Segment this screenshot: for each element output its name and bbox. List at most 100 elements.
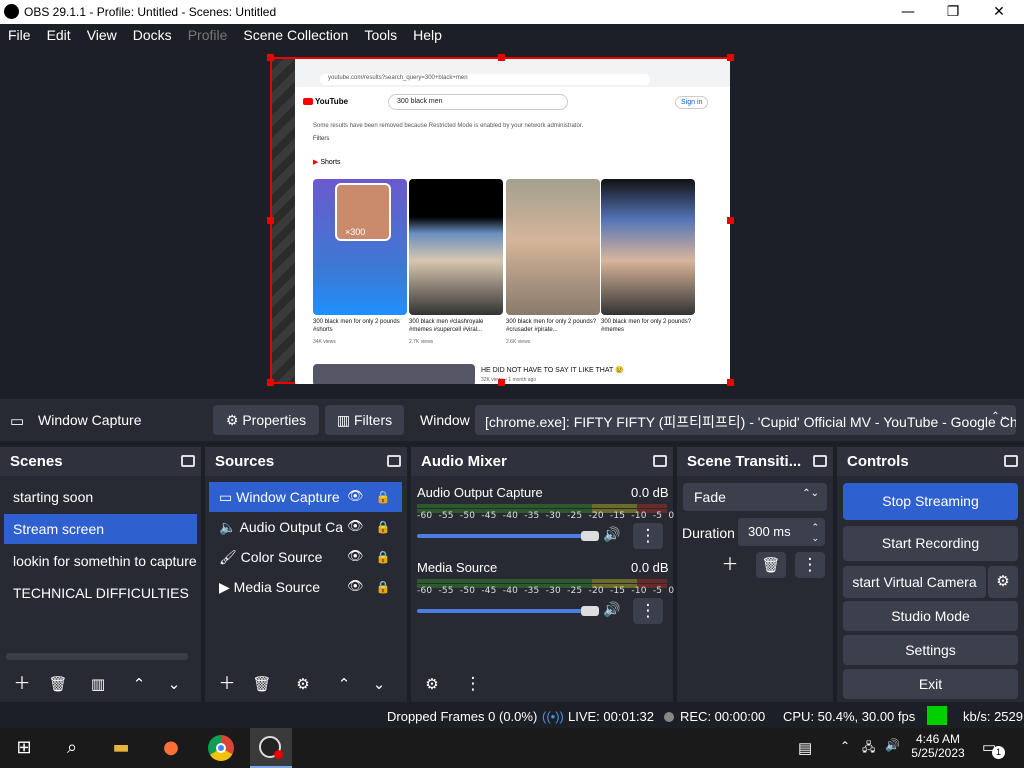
remove-source-button[interactable]: 🗑	[247, 671, 277, 697]
move-scene-up-button[interactable]: ⌃	[124, 671, 154, 697]
transition-type-select[interactable]: Fade ⌃⌄	[683, 483, 827, 511]
resize-handle[interactable]	[267, 379, 274, 386]
remove-scene-button[interactable]: 🗑	[43, 671, 73, 697]
add-source-button[interactable]: ＋	[212, 671, 242, 697]
source-item[interactable]: 🖌 Color Source	[209, 542, 402, 572]
visibility-eye-icon[interactable]: 👁	[347, 489, 364, 505]
chevron-up-icon[interactable]: ⌃	[840, 739, 850, 753]
lock-icon[interactable]: 🔒	[375, 580, 391, 596]
resize-handle[interactable]	[727, 379, 734, 386]
source-item[interactable]: ▭ Window Capture	[209, 482, 402, 512]
move-source-down-button[interactable]: ⌄	[364, 671, 394, 697]
studio-mode-button[interactable]: Studio Mode	[843, 601, 1018, 631]
add-transition-button[interactable]: ＋	[715, 552, 745, 578]
properties-button[interactable]: ⚙ Properties	[213, 405, 319, 435]
lock-icon[interactable]: 🔒	[375, 520, 391, 536]
network-icon[interactable]: 🖧	[862, 738, 875, 759]
undock-icon[interactable]	[1004, 455, 1018, 467]
mixer-options-button[interactable]: ⋮	[458, 671, 488, 697]
speaker-icon[interactable]: 🔊	[603, 602, 620, 618]
window-capture-preview[interactable]: youtube.com/results?search_query=300+bla…	[267, 54, 734, 386]
filters-button[interactable]: ▥ Filters	[325, 405, 404, 435]
keyboard-icon[interactable]: ▤	[798, 739, 812, 757]
resize-handle[interactable]	[727, 54, 734, 61]
remove-transition-button[interactable]: 🗑	[756, 552, 786, 578]
source-properties-button[interactable]: ⚙	[288, 671, 318, 697]
taskbar-clock[interactable]: 4:46 AM 5/25/2023	[908, 732, 968, 760]
undock-icon[interactable]	[653, 455, 667, 467]
start-virtual-camera-button[interactable]: start Virtual Camera	[843, 566, 986, 598]
resize-handle[interactable]	[267, 54, 274, 61]
visibility-eye-icon[interactable]: 👁	[347, 579, 364, 595]
transition-properties-button[interactable]: ⋮	[795, 552, 825, 578]
menu-help[interactable]: Help	[405, 24, 450, 47]
scene-item[interactable]: starting soon	[4, 482, 197, 512]
volume-icon[interactable]: 🔊	[885, 738, 900, 752]
lock-icon[interactable]: 🔒	[375, 490, 391, 506]
exit-button[interactable]: Exit	[843, 669, 1018, 699]
maximize-button[interactable]: ❐	[938, 2, 968, 22]
lock-icon[interactable]: 🔒	[375, 550, 391, 566]
mixer-menu-button[interactable]: ⋮	[633, 523, 663, 549]
chrome-icon[interactable]	[208, 735, 234, 761]
menu-edit[interactable]: Edit	[39, 24, 79, 47]
live-timer: LIVE: 00:01:32	[568, 709, 655, 724]
duration-spinbox[interactable]: 300 ms ⌃ ⌄	[738, 518, 825, 546]
menu-docks[interactable]: Docks	[125, 24, 180, 47]
file-explorer-icon[interactable]: ▬	[109, 736, 133, 760]
search-icon[interactable]: ⌕	[60, 736, 84, 760]
scene-item[interactable]: TECHNICAL DIFFICULTIES	[4, 578, 197, 608]
resize-handle[interactable]	[498, 54, 505, 61]
scene-filters-button[interactable]: ▥	[83, 671, 113, 697]
scenes-scrollbar[interactable]	[6, 653, 188, 660]
move-scene-down-button[interactable]: ⌄	[159, 671, 189, 697]
undock-icon[interactable]	[813, 455, 827, 467]
chevron-updown-icon[interactable]: ⌃ ⌄	[811, 522, 819, 544]
youtube-filters: Filters	[313, 136, 330, 142]
firefox-icon[interactable]: ●	[159, 736, 183, 760]
duration-label: Duration	[682, 525, 735, 541]
scene-item[interactable]: Stream screen	[4, 514, 197, 544]
resize-handle[interactable]	[498, 379, 505, 386]
add-scene-button[interactable]: ＋	[7, 671, 37, 697]
visibility-eye-icon[interactable]: 👁	[347, 549, 364, 565]
resize-handle[interactable]	[267, 217, 274, 224]
window-select[interactable]: [chrome.exe]: FIFTY FIFTY (피프티피프티) - 'Cu…	[475, 405, 1016, 435]
speaker-icon[interactable]: 🔊	[603, 527, 620, 543]
menu-view[interactable]: View	[79, 24, 125, 47]
undock-icon[interactable]	[181, 455, 195, 467]
visibility-eye-icon[interactable]: 👁	[347, 519, 364, 535]
start-recording-button[interactable]: Start Recording	[843, 526, 1018, 561]
controls-header: Controls	[837, 447, 1024, 476]
source-item[interactable]: ▶ Media Source	[209, 572, 402, 602]
notification-icon[interactable]: ▭ 1	[982, 738, 1005, 759]
volume-slider[interactable]	[417, 609, 597, 613]
menu-profile[interactable]: Profile	[180, 24, 236, 47]
status-bar: Dropped Frames 0 (0.0%) ((•)) LIVE: 00:0…	[0, 705, 1024, 728]
selected-source-name: Window Capture	[38, 412, 142, 428]
undock-icon[interactable]	[387, 455, 401, 467]
stop-streaming-button[interactable]: Stop Streaming	[843, 483, 1018, 520]
youtube-logo: YouTube	[303, 97, 348, 106]
source-item[interactable]: 🔈 Audio Output Ca	[209, 512, 402, 542]
menu-file[interactable]: File	[0, 24, 39, 47]
window-label: Window	[420, 412, 470, 428]
meter-scale: -60 -55 -50 -45 -40 -35 -30 -25 -20 -15 …	[417, 511, 675, 521]
menu-tools[interactable]: Tools	[356, 24, 405, 47]
mixer-menu-button[interactable]: ⋮	[633, 598, 663, 624]
advanced-audio-settings-button[interactable]: ⚙	[417, 671, 447, 697]
menu-scene-collection[interactable]: Scene Collection	[235, 24, 356, 47]
resize-handle[interactable]	[727, 217, 734, 224]
volume-slider[interactable]	[417, 534, 597, 538]
mixer-toolbar: ⚙ ⋮	[411, 671, 673, 699]
windows-start-icon[interactable]: ⊞	[12, 736, 36, 760]
obs-taskbar-icon[interactable]	[250, 728, 292, 768]
volume-slider-handle[interactable]	[581, 606, 599, 616]
scene-item[interactable]: lookin for somethin to capture	[4, 546, 197, 576]
settings-button[interactable]: Settings	[843, 635, 1018, 665]
volume-slider-handle[interactable]	[581, 531, 599, 541]
virtual-camera-settings-gear-icon[interactable]: ⚙	[988, 566, 1018, 598]
close-button[interactable]: ✕	[984, 2, 1014, 22]
move-source-up-button[interactable]: ⌃	[329, 671, 359, 697]
minimize-button[interactable]: —	[893, 2, 923, 22]
